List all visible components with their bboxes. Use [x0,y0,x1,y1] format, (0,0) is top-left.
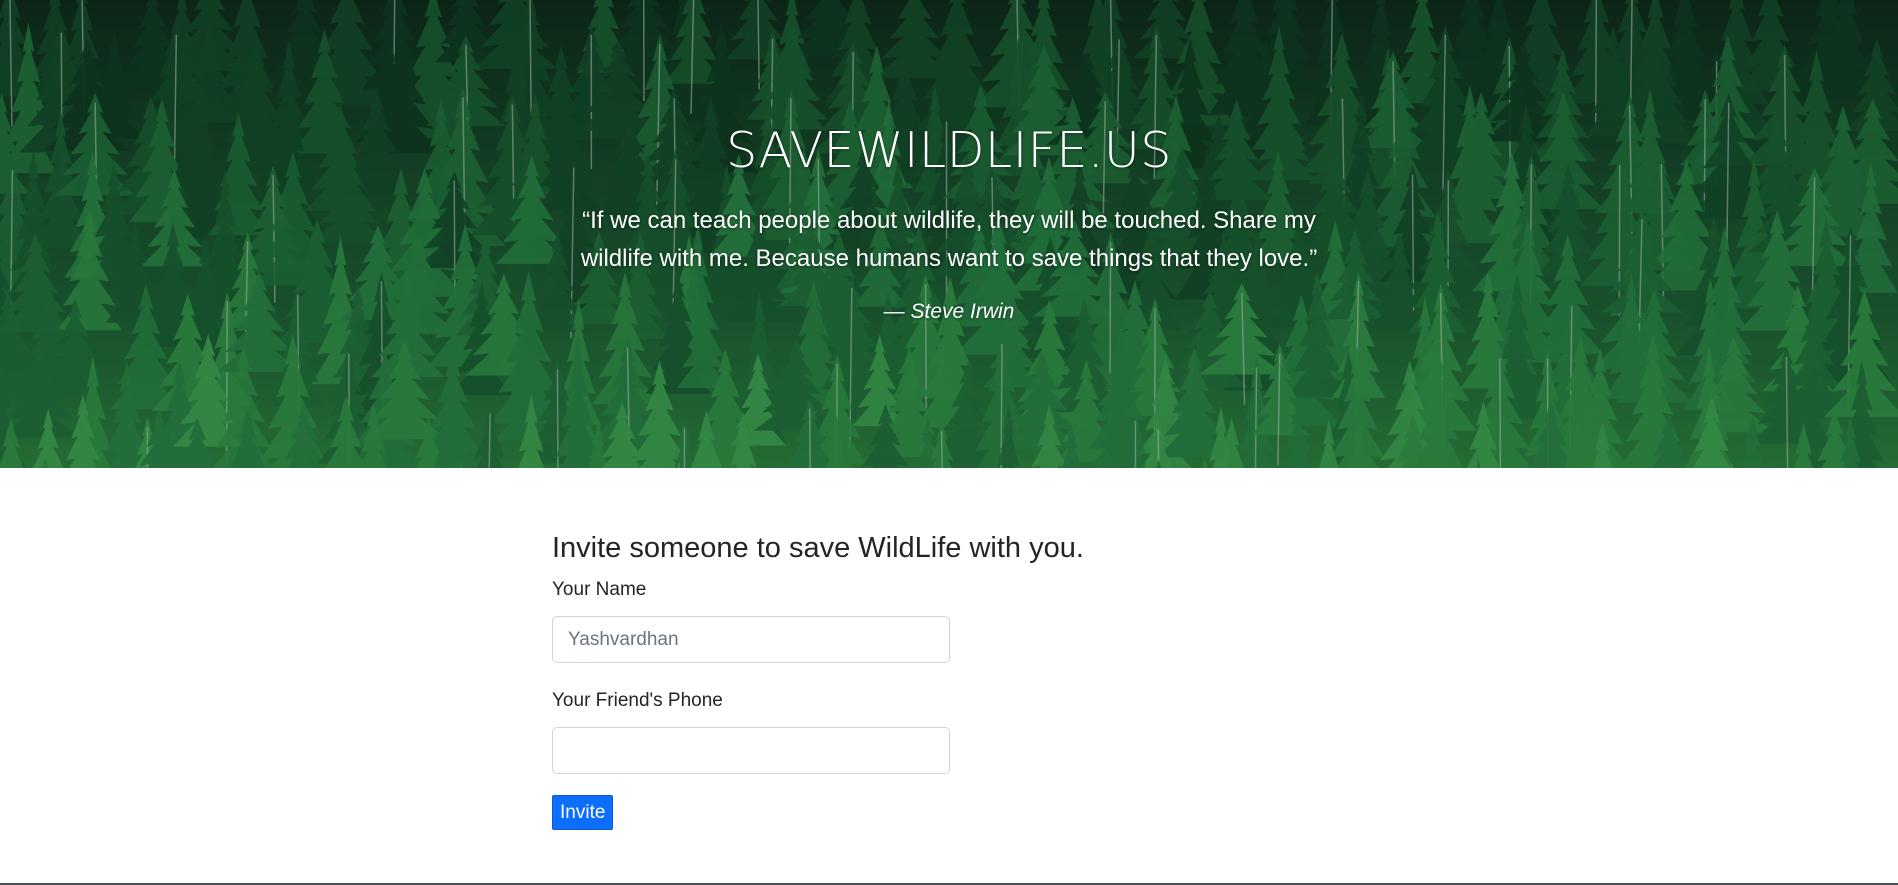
form-heading: Invite someone to save WildLife with you… [552,532,1084,564]
friend-phone-label: Your Friend's Phone [552,690,723,711]
hero-quote: “If we can teach people about wildlife, … [580,207,1318,272]
invite-button[interactable]: Invite [552,795,614,830]
name-label: Your Name [552,579,647,600]
hero-content: SAVEWILDLIFE.US “If we can teach people … [0,0,1898,468]
quote-author: — Steve Irwin [883,300,1015,323]
friend-phone-input[interactable] [552,727,950,774]
invite-form: Invite someone to save WildLife with you… [552,528,1152,830]
name-input[interactable] [552,616,950,663]
hero-banner: SAVEWILDLIFE.US “If we can teach people … [0,0,1898,468]
site-title: SAVEWILDLIFE.US [726,122,1172,179]
